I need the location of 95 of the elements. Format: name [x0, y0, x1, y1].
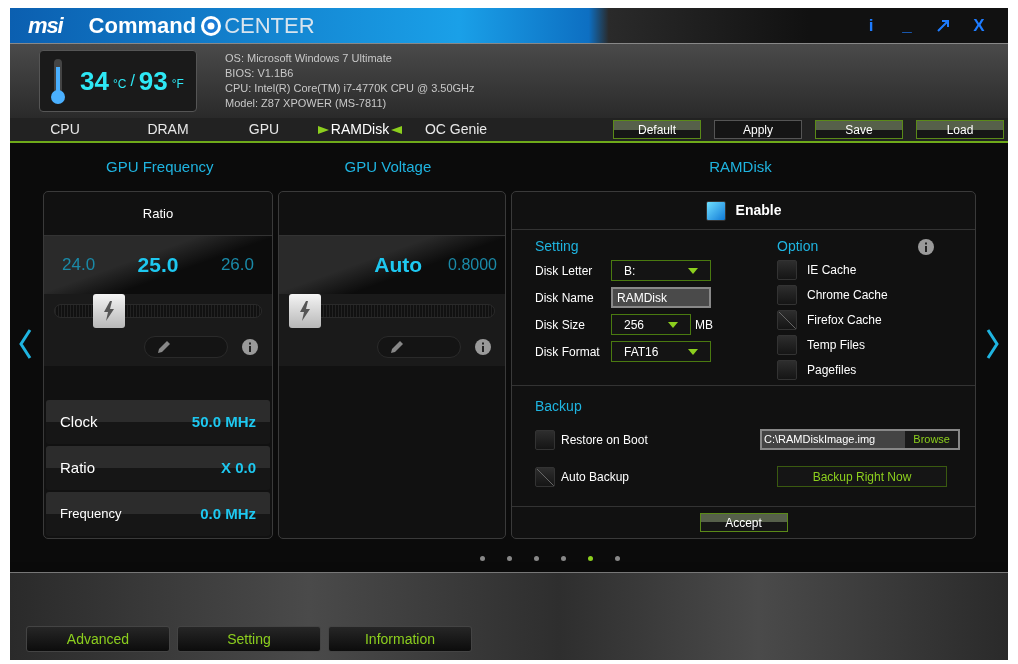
info-icon[interactable]: [242, 339, 258, 355]
nav-button[interactable]: Setting: [177, 626, 321, 652]
checkbox[interactable]: [535, 429, 555, 450]
value-next: 26.0: [220, 254, 254, 277]
section-heading: RAMDisk: [709, 156, 772, 177]
triangle-icon: [391, 125, 403, 134]
option-label: Temp Files: [807, 336, 865, 354]
action-button[interactable]: Load: [916, 120, 1004, 139]
text-field[interactable]: RAMDisk: [611, 287, 711, 308]
reading-value: X 0.0: [220, 457, 256, 478]
fahrenheit-unit: °F: [171, 76, 184, 93]
option-label: Pagefiles: [807, 361, 857, 379]
pencil-icon: [390, 340, 404, 354]
checkbox[interactable]: [777, 284, 797, 305]
field-label: Disk Letter: [535, 262, 594, 280]
option-label: Restore on Boot: [561, 431, 648, 449]
path-field[interactable]: C:\RAMDiskImage.img Browse: [760, 429, 960, 450]
tab[interactable]: CPU: [10, 119, 120, 140]
minimize-button[interactable]: _: [900, 12, 914, 39]
system-info-text: CPU: Intel(R) Core(TM) i7-4770K CPU @ 3.50GHz: [225, 81, 475, 96]
reading-label: Ratio: [60, 457, 96, 478]
thermometer-icon: [50, 57, 66, 105]
cc-logo-icon: [200, 14, 223, 37]
close-button[interactable]: X: [972, 12, 986, 39]
value-current: Auto: [374, 252, 423, 279]
celsius-reading: 34: [80, 64, 109, 98]
slider-handle[interactable]: [92, 294, 125, 328]
slider[interactable]: [54, 294, 262, 328]
tab[interactable]: RAMDisk: [312, 119, 408, 140]
nav-button[interactable]: Information: [328, 626, 472, 652]
nav-button[interactable]: Advanced: [26, 626, 170, 652]
lightning-icon: [102, 301, 115, 321]
edit-field[interactable]: [144, 336, 228, 358]
option-label: Auto Backup: [561, 468, 630, 486]
tab[interactable]: DRAM: [120, 119, 216, 140]
reading-label: Clock: [60, 411, 98, 432]
value-current: 25.0: [137, 252, 179, 279]
lightning-icon: [299, 301, 311, 321]
fahrenheit-reading: 93: [138, 64, 168, 98]
option-label: Firefox Cache: [807, 311, 882, 329]
option-label: IE Cache: [807, 261, 857, 279]
group-title: Backup: [535, 397, 583, 416]
dropdown[interactable]: 256: [611, 314, 691, 335]
caret-icon: [668, 321, 678, 328]
section-heading: GPU Frequency: [106, 156, 214, 177]
option-label: Chrome Cache: [807, 286, 888, 304]
group-title: Setting: [535, 237, 580, 256]
system-info-text: BIOS: V1.1B6: [225, 66, 295, 81]
caret-icon: [688, 348, 698, 355]
slider[interactable]: [289, 294, 495, 328]
dropdown[interactable]: FAT16: [611, 341, 711, 362]
brand-logo: msi: [28, 12, 63, 40]
celsius-unit: °C: [112, 76, 127, 93]
caret-icon: [688, 267, 698, 274]
unit-label: MB: [695, 316, 713, 334]
reading-value: 50.0 MHz: [191, 411, 256, 432]
reading-value: 0.0 MHz: [200, 503, 256, 524]
chevron-right-icon[interactable]: [986, 329, 1000, 359]
info-icon[interactable]: [475, 339, 491, 355]
action-button[interactable]: Apply: [714, 120, 802, 139]
field-label: Disk Size: [535, 316, 586, 334]
accept-button[interactable]: Accept: [699, 513, 788, 532]
tab[interactable]: OC Genie: [408, 119, 504, 140]
action-button[interactable]: Save: [815, 120, 903, 139]
system-info-text: Model: Z87 XPOWER (MS-7811): [225, 96, 388, 111]
field-label: Disk Name: [535, 289, 595, 307]
section-heading: GPU Voltage: [344, 156, 432, 177]
backup-now-button[interactable]: Backup Right Now: [777, 466, 947, 487]
separator: /: [130, 71, 135, 91]
system-info-text: OS: Microsoft Windows 7 Ultimate: [225, 51, 393, 66]
checkbox[interactable]: [777, 259, 797, 280]
slider-handle[interactable]: [289, 294, 321, 328]
value-next: 0.8000: [448, 255, 497, 275]
tab[interactable]: GPU: [216, 119, 312, 140]
dropdown[interactable]: B:: [611, 260, 711, 281]
app-title-suffix: CENTER: [224, 12, 315, 40]
path-text: C:\RAMDiskImage.img: [763, 432, 877, 448]
checkbox[interactable]: [777, 334, 797, 355]
pencil-icon: [157, 340, 171, 354]
field-label: Disk Format: [535, 343, 601, 361]
edit-field[interactable]: [377, 336, 461, 358]
reading-label: Frequency: [60, 505, 122, 524]
action-button[interactable]: Default: [613, 120, 701, 139]
chevron-left-icon[interactable]: [18, 329, 32, 359]
browse-button[interactable]: Browse: [905, 431, 958, 448]
checkbox[interactable]: [777, 359, 797, 380]
group-title: Option: [777, 237, 819, 256]
restore-icon[interactable]: [936, 18, 950, 33]
info-button[interactable]: i: [864, 12, 878, 39]
app-title: Command: [88, 12, 197, 40]
triangle-icon: [317, 125, 329, 134]
value-previous: 24.0: [62, 254, 96, 277]
info-icon[interactable]: [918, 238, 934, 255]
checkbox[interactable]: [705, 200, 726, 221]
enable-label: Enable: [735, 201, 782, 220]
